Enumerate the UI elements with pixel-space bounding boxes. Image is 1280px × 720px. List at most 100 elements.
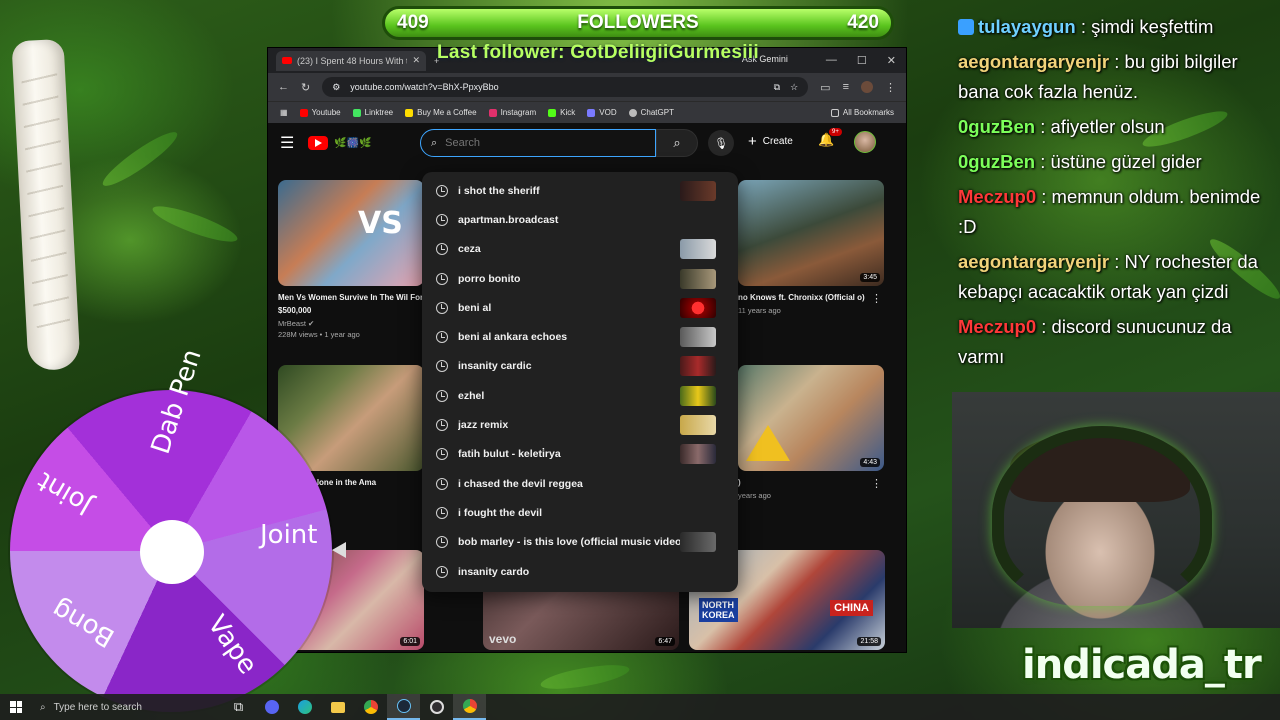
search-suggestions-dropdown: i shot the sheriff apartman.broadcast ce… <box>422 172 738 592</box>
headset-glow <box>992 426 1212 606</box>
bookmark-youtube[interactable]: Youtube <box>299 108 341 117</box>
task-view-icon[interactable]: ⧉ <box>222 694 255 720</box>
bookmark-instagram[interactable]: Instagram <box>488 108 536 117</box>
edge-icon[interactable] <box>288 694 321 720</box>
suggestion-item[interactable]: i shot the sheriff <box>422 176 738 205</box>
suggestion-item[interactable]: bob marley - is this love (official musi… <box>422 528 738 557</box>
china-label: CHINA <box>830 600 873 616</box>
search-box[interactable]: ⌕ <box>420 129 656 157</box>
sidepanel-icon[interactable]: ▭ <box>820 81 830 94</box>
more-options-icon[interactable]: ⋮ <box>871 292 882 305</box>
search-button[interactable]: ⌕ <box>656 129 698 157</box>
suggestion-item[interactable]: beni al ankara echoes <box>422 322 738 351</box>
menu-hamburger-icon[interactable]: ☰ <box>280 133 294 153</box>
discord-icon[interactable] <box>255 694 288 720</box>
maximize-icon[interactable]: ☐ <box>857 54 867 67</box>
install-icon[interactable]: ⧉ <box>774 82 780 93</box>
suggestion-item[interactable]: ceza <box>422 235 738 264</box>
suggestion-thumbnail <box>680 327 716 348</box>
video-card[interactable]: 3:45 no Knows ft. Chronixx (Official o) … <box>738 180 884 315</box>
profile-avatar[interactable] <box>861 81 873 93</box>
video-title[interactable]: no Knows ft. Chronixx (Official o) <box>738 291 884 304</box>
video-title[interactable]: ) <box>738 476 884 489</box>
video-duration: 21:58 <box>857 637 881 646</box>
search-icon: ⌕ <box>673 135 681 150</box>
suggestion-thumbnail <box>680 297 716 318</box>
video-thumbnail[interactable]: 4:43 <box>738 365 884 471</box>
taskbar-search-placeholder: Type here to search <box>53 701 142 713</box>
suggestion-item[interactable]: i fought the devil <box>422 498 738 527</box>
suggestion-item[interactable]: apartman.broadcast <box>422 205 738 234</box>
browser-tab[interactable]: (23) I Spent 48 Hours With the I ✕ <box>276 50 426 71</box>
suggestion-item[interactable]: porro bonito <box>422 264 738 293</box>
close-window-icon[interactable]: ✕ <box>887 54 896 67</box>
subscriber-badge-icon <box>958 19 974 35</box>
downloads-icon[interactable]: ≡ <box>843 81 849 93</box>
video-card[interactable]: VS Men Vs Women Survive In The Wil For $… <box>278 180 424 339</box>
more-options-icon[interactable]: ⋮ <box>871 477 882 490</box>
apps-grid-icon[interactable]: ▦ <box>280 108 288 117</box>
north-korea-label: NORTH KOREA <box>699 598 738 622</box>
history-icon <box>436 448 448 461</box>
start-button[interactable] <box>0 694 32 720</box>
suggestion-item[interactable]: ezhel <box>422 381 738 410</box>
bookmark-vod[interactable]: VOD <box>587 108 617 117</box>
microphone-icon: 🎙 <box>714 137 728 150</box>
windows-logo-icon <box>10 701 22 713</box>
minimize-icon[interactable]: — <box>826 54 837 67</box>
bookmark-kick[interactable]: Kick <box>548 108 575 117</box>
warning-triangle-icon <box>746 425 790 461</box>
taskbar-search[interactable]: ⌕ Type here to search <box>32 694 222 720</box>
reload-icon[interactable]: ↻ <box>301 81 310 94</box>
suggestion-item[interactable]: fatih bulut - keleti̇rya <box>422 440 738 469</box>
site-info-icon[interactable]: ⚙ <box>332 82 340 93</box>
close-tab-icon[interactable]: ✕ <box>412 55 420 66</box>
bookmark-buy-me-a-coffee[interactable]: Buy Me a Coffee <box>405 108 477 117</box>
suggestion-item[interactable]: insanity cardo <box>422 557 738 586</box>
chat-message: Meczup0 : memnun oldum. benimde :D <box>958 186 1261 237</box>
bookmark-linktree[interactable]: Linktree <box>352 108 393 117</box>
url-text: youtube.com/watch?v=BhX-PpxyBbo <box>350 82 499 92</box>
suggestion-thumbnail <box>680 180 716 201</box>
bookmark-chatgpt[interactable]: ChatGPT <box>628 108 674 117</box>
browser-menu-icon[interactable]: ⋮ <box>885 81 896 94</box>
followers-current: 409 <box>397 12 429 33</box>
account-avatar[interactable] <box>854 131 876 153</box>
spin-wheel: Dab Pen Joint Vape Bong Joint <box>10 346 346 712</box>
bookmark-star-icon[interactable]: ☆ <box>790 82 798 93</box>
video-thumbnail[interactable]: 3:45 <box>738 180 884 286</box>
suggestion-item[interactable]: beni al <box>422 293 738 322</box>
all-bookmarks[interactable]: All Bookmarks <box>830 108 894 117</box>
vs-text: VS <box>358 206 403 241</box>
steam-icon[interactable] <box>387 694 420 720</box>
video-meta: 228M views • 1 year ago <box>278 330 360 339</box>
address-bar[interactable]: ⚙ youtube.com/watch?v=BhX-PpxyBbo ⧉ ☆ <box>322 77 809 97</box>
history-icon <box>436 506 448 519</box>
logo-decoration: 🌿🎆🌿 <box>334 137 372 149</box>
video-channel[interactable]: MrBeast ✔ <box>278 319 424 328</box>
search-input[interactable] <box>445 137 626 149</box>
voice-search-button[interactable]: 🎙 <box>708 130 734 156</box>
suggestion-thumbnail <box>680 385 716 406</box>
history-icon <box>436 243 448 256</box>
chrome-icon[interactable] <box>354 694 387 720</box>
suggestion-item[interactable]: insanity cardic <box>422 352 738 381</box>
history-icon <box>436 419 448 432</box>
suggestion-item[interactable]: i chased the devil reggea <box>422 469 738 498</box>
create-button[interactable]: + Create <box>748 133 793 150</box>
chat-message: 0guzBen : afiyetler olsun <box>958 116 1165 137</box>
file-explorer-icon[interactable] <box>321 694 354 720</box>
suggestion-thumbnail <box>680 532 716 553</box>
followers-goal-bar: 409 FOLLOWERS 420 <box>382 6 894 40</box>
video-thumbnail[interactable]: VS <box>278 180 424 286</box>
history-icon <box>436 477 448 490</box>
back-icon[interactable]: ← <box>278 81 289 93</box>
suggestion-item[interactable]: jazz remix <box>422 410 738 439</box>
video-card[interactable]: 4:43 ) years ago ⋮ <box>738 365 884 500</box>
video-duration: 6:47 <box>655 637 675 646</box>
chat-message: Meczup0 : discord sunucunuz da varmı <box>958 316 1232 367</box>
video-title[interactable]: Men Vs Women Survive In The Wil For $500… <box>278 291 424 317</box>
obs-icon[interactable] <box>420 694 453 720</box>
chrome-active-icon[interactable] <box>453 694 486 720</box>
youtube-logo[interactable] <box>308 136 329 150</box>
